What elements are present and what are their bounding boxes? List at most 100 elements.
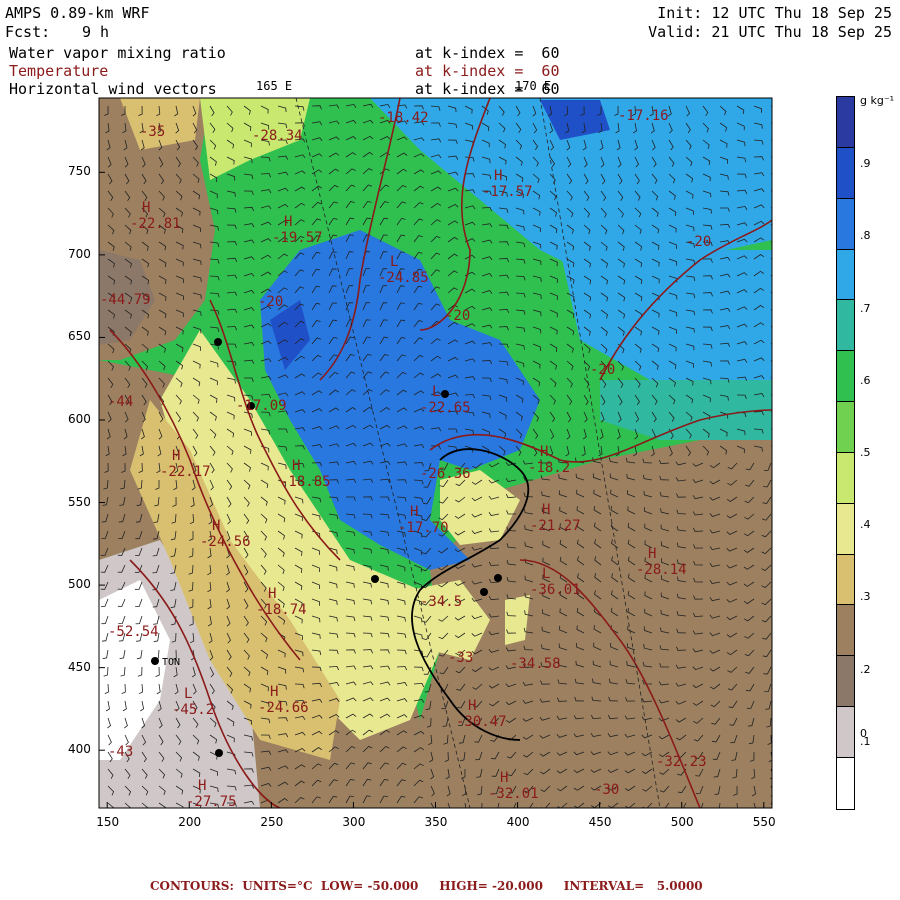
- colorbar-label: .4: [860, 518, 871, 532]
- pressure-center-marker: H: [540, 444, 548, 460]
- temperature-label: -18.2: [528, 460, 570, 476]
- colorbar-label: .6: [860, 373, 871, 387]
- colorbar-swatch: [837, 452, 854, 504]
- y-tick-label: 450: [68, 659, 91, 674]
- temperature-label: -33: [448, 650, 473, 666]
- colorbar-label: .3: [860, 590, 871, 604]
- colorbar-label: .5: [860, 445, 871, 459]
- lon-label-170: 170 E: [515, 79, 552, 93]
- colorbar-swatch: [837, 351, 854, 403]
- pressure-center-marker: H: [410, 504, 418, 520]
- temperature-label: -26.36: [420, 466, 471, 482]
- temperature-label: -44.79: [100, 292, 151, 308]
- temperature-label: -17.16: [618, 108, 669, 124]
- temperature-label: -17.70: [398, 520, 449, 536]
- temperature-label: -18.42: [378, 110, 429, 126]
- colorbar-swatch: [837, 656, 854, 708]
- pressure-center-marker: H: [142, 200, 150, 216]
- temperature-label: -43: [108, 744, 133, 760]
- temperature-label: -24.66: [258, 700, 309, 716]
- colorbar-swatch: [837, 757, 854, 809]
- colorbar-label: .2: [860, 662, 871, 676]
- temperature-label: -22.17: [160, 464, 211, 480]
- temperature-label: -34.58: [510, 656, 561, 672]
- colorbar-label: .7: [860, 301, 871, 315]
- colorbar-swatch: [837, 300, 854, 352]
- pressure-center-marker: H: [270, 684, 278, 700]
- temperature-label: -35: [140, 124, 165, 140]
- colorbar-swatch: [837, 402, 854, 453]
- pressure-center-marker: L: [432, 384, 440, 400]
- x-tick-label: 250: [260, 815, 284, 829]
- temperature-label: -17.09: [236, 398, 287, 414]
- temperature-label: -20: [686, 234, 711, 250]
- wind-barb: [770, 411, 772, 413]
- wind-barb: [770, 394, 772, 396]
- x-tick-label: 400: [506, 815, 530, 829]
- colorbar-swatch: [837, 198, 854, 250]
- pressure-center-marker: H: [212, 518, 220, 534]
- colorbar: [836, 96, 855, 810]
- pressure-center-marker: H: [468, 698, 476, 714]
- wind-barb: [770, 190, 772, 192]
- temperature-label: -21.27: [530, 518, 581, 534]
- temperature-label: -45.2: [172, 702, 214, 718]
- x-tick-label: 350: [424, 815, 448, 829]
- temperature-label: -20: [445, 308, 470, 324]
- pressure-center-marker: L: [542, 566, 550, 582]
- y-tick-label: 550: [68, 494, 91, 509]
- temperature-label: -18.85: [280, 474, 331, 490]
- temperature-label: -52.54: [108, 624, 159, 640]
- x-tick-label: 450: [588, 815, 612, 829]
- temperature-label: -30: [594, 782, 619, 798]
- pressure-center-marker: H: [542, 502, 550, 518]
- colorbar-swatch: [837, 249, 854, 301]
- colorbar-swatch: [837, 605, 854, 657]
- y-tick-label: 650: [68, 329, 91, 344]
- wind-barb: [770, 377, 772, 379]
- colorbar-swatch: [837, 707, 854, 758]
- temperature-label: -28.14: [636, 562, 687, 578]
- pressure-center-marker: H: [292, 458, 300, 474]
- temperature-label: -19.57: [272, 230, 323, 246]
- y-tick-label: 400: [68, 742, 91, 757]
- temperature-label: -20: [590, 362, 615, 378]
- x-tick-label: 300: [342, 815, 366, 829]
- colorbar-unit: g kg⁻¹: [860, 94, 895, 107]
- colorbar-swatch: [837, 147, 854, 199]
- pressure-center-marker: L: [390, 254, 398, 270]
- temperature-label: -28.34: [252, 128, 303, 144]
- y-tick-label: 750: [68, 164, 91, 179]
- pressure-center-marker: H: [198, 778, 206, 794]
- temperature-label: -24.56: [200, 534, 251, 550]
- temperature-label: -22.65: [420, 400, 471, 416]
- pressure-center-marker: H: [648, 546, 656, 562]
- colorbar-label: 0: [860, 726, 867, 740]
- temperature-label: -32.01: [488, 786, 539, 802]
- pressure-center-marker: H: [284, 214, 292, 230]
- pressure-center-marker: L: [184, 686, 192, 702]
- pressure-center-marker: H: [268, 586, 276, 602]
- wind-barb: [770, 173, 772, 175]
- pressure-center-marker: H: [172, 448, 180, 464]
- temperature-label: -18.74: [256, 602, 307, 618]
- temperature-label: -32.23: [656, 754, 707, 770]
- map-plot: -18.42 -17.16H-17.57H-19.57L-24.85L-22.65…: [98, 97, 773, 809]
- pressure-center-marker: H: [494, 168, 502, 184]
- temperature-label: -36.01: [530, 582, 581, 598]
- contour-info: CONTOURS: UNITS=°C LOW= -50.000 HIGH= -2…: [150, 879, 703, 893]
- lon-label-165: 165 E: [256, 79, 293, 93]
- x-tick-label: 200: [178, 815, 202, 829]
- colorbar-swatch: [837, 503, 854, 555]
- y-tick-label: 500: [68, 577, 91, 592]
- colorbar-swatch: [837, 97, 854, 148]
- temperature-label: -22.81: [130, 216, 181, 232]
- temperature-label: -20: [258, 294, 283, 310]
- x-tick-label: 150: [96, 815, 120, 829]
- y-tick-label: 700: [68, 246, 91, 261]
- x-tick-label: 500: [670, 815, 694, 829]
- colorbar-label: .9: [860, 157, 871, 170]
- y-tick-label: 600: [68, 411, 91, 426]
- temperature-label: -24.85: [378, 270, 429, 286]
- colorbar-label: .8: [860, 229, 871, 243]
